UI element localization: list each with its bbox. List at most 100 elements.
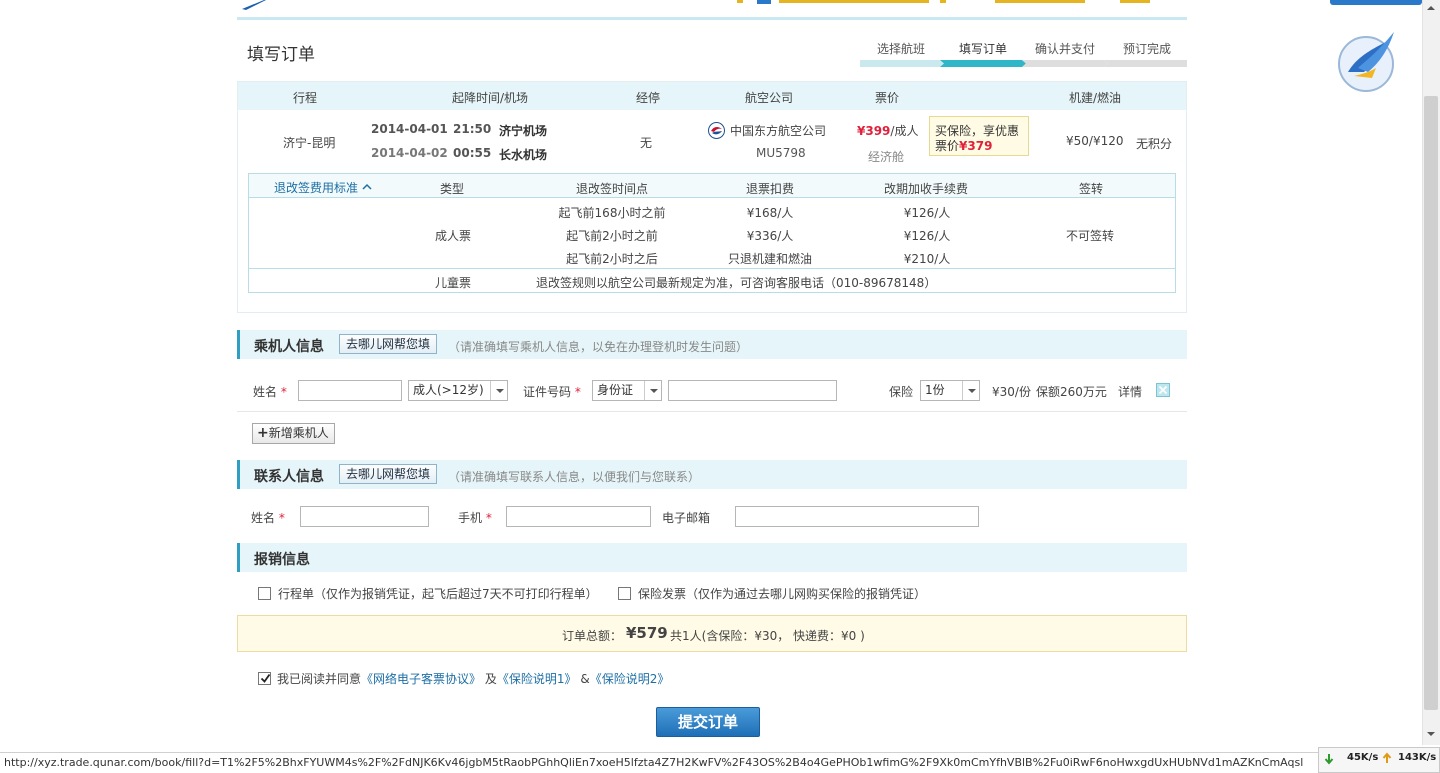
plus-icon[interactable]: + <box>257 425 269 441</box>
rules-col-change: 改期加收手续费 <box>883 182 968 196</box>
col-route: 行程 <box>292 91 317 105</box>
contact-name-label: 姓名 * <box>251 509 285 526</box>
id-number-label-text: 证件号码 <box>523 385 572 399</box>
add-passenger-button[interactable]: +新增乘机人 <box>252 423 335 444</box>
insurance-cover: 保额260万元 <box>1036 385 1107 399</box>
download-arrow-icon <box>1324 754 1334 765</box>
passenger-name-input[interactable] <box>298 380 402 401</box>
bird-widget-icon[interactable] <box>1334 28 1400 92</box>
contact-phone-input[interactable] <box>506 506 651 527</box>
step-select-flight: 选择航班 <box>876 42 925 56</box>
add-passenger-label[interactable]: 新增乘机人 <box>269 426 329 440</box>
transfer-value: 不可签转 <box>1065 229 1114 243</box>
agreement-text: 我已阅读并同意《网络电子客票协议》 及《保险说明1》 &《保险说明2》 <box>277 670 669 687</box>
price-line: ¥399/成人 <box>857 122 918 139</box>
rule-row2-time: 起飞前2小时之前 <box>566 229 658 243</box>
required-star-icon: * <box>278 511 285 525</box>
adult-price: ¥399 <box>857 124 891 138</box>
dep-time: 21:50 <box>453 122 492 136</box>
order-total-label: 订单总额： <box>562 629 623 643</box>
submit-order-button[interactable]: 提交订单 <box>656 707 760 737</box>
chevron-down-icon[interactable] <box>490 381 507 400</box>
passenger-type-value[interactable]: 成人(>12岁) <box>413 383 484 397</box>
passenger-divider <box>237 411 1187 412</box>
insurance-note1-link[interactable]: 《保险说明1》 <box>497 672 577 686</box>
checkmark-icon[interactable] <box>260 673 271 684</box>
id-number-input[interactable] <box>668 380 837 401</box>
arr-date: 2014-04-02 <box>371 146 448 160</box>
insurance-invoice-label[interactable]: 保险发票（仅作为通过去哪儿网购买保险的报销凭证） <box>638 585 926 602</box>
scroll-down-icon[interactable] <box>1424 728 1438 740</box>
china-eastern-logo-icon <box>708 122 725 139</box>
insurance-note2-link[interactable]: 《保险说明2》 <box>590 672 670 686</box>
col-stops: 经停 <box>635 91 660 105</box>
eticket-agreement-link[interactable]: 《网络电子客票协议》 <box>361 672 481 686</box>
chevron-up-icon[interactable] <box>362 183 372 191</box>
site-logo-icon[interactable] <box>240 0 266 10</box>
required-star-icon: * <box>485 511 492 525</box>
invoice-section-header <box>237 543 1187 572</box>
remove-passenger-icon[interactable] <box>1156 383 1170 397</box>
passenger-hint: （请准确填写乘机人信息，以免在办理登机时发生问题） <box>448 340 749 354</box>
step-confirm-pay: 确认并支付 <box>1034 42 1095 56</box>
required-star-icon: * <box>574 385 581 399</box>
contact-section-title: 联系人信息 <box>254 469 324 485</box>
contact-phone-label: 手机 * <box>458 509 492 526</box>
insurance-label: 保险 <box>889 385 914 399</box>
rule-row2-refund: ¥336/人 <box>746 229 794 243</box>
child-rule-note: 退改签规则以航空公司最新规定为准，可咨询客服电话（010-89678148） <box>536 276 937 290</box>
insurance-invoice-checkbox[interactable] <box>618 587 631 600</box>
itinerary-label[interactable]: 行程单（仅作为报销凭证，起飞后超过7天不可打印行程单） <box>278 585 598 602</box>
promo-price: ¥379 <box>959 139 993 153</box>
contact-name-input[interactable] <box>300 506 429 527</box>
cabin-class: 经济舱 <box>868 150 905 164</box>
passenger-section-title: 乘机人信息 <box>254 339 324 355</box>
scroll-up-icon[interactable] <box>1424 2 1438 14</box>
arr-time: 00:55 <box>453 146 492 160</box>
rules-col-refund: 退票扣费 <box>745 182 794 196</box>
insurance-qty-select[interactable]: 1份 <box>920 380 980 401</box>
passenger-autofill-button[interactable]: 去哪儿网帮您填 <box>339 334 438 354</box>
promo-line2: 票价¥379 <box>935 137 992 154</box>
refund-rules-header <box>249 174 1175 198</box>
airline-name: 中国东方航空公司 <box>730 124 827 138</box>
itinerary-checkbox[interactable] <box>258 587 271 600</box>
rule-row3-change: ¥210/人 <box>903 252 951 266</box>
scrollbar-thumb[interactable] <box>1424 96 1438 710</box>
page-title: 填写订单 <box>247 45 315 65</box>
passenger-name-label-text: 姓名 <box>253 385 278 399</box>
refund-rules-toggle[interactable]: 退改签费用标准 <box>274 179 372 196</box>
rules-col-type: 类型 <box>439 182 464 196</box>
adult-ticket-label: 成人票 <box>434 229 471 243</box>
insurance-qty-value[interactable]: 1份 <box>925 383 945 397</box>
id-number-label: 证件号码 * <box>523 383 581 400</box>
agreement-checkbox[interactable] <box>258 672 271 685</box>
required-star-icon: * <box>280 385 287 399</box>
chevron-down-icon[interactable] <box>962 381 979 400</box>
insurance-details-link[interactable]: 详情 <box>1118 383 1142 400</box>
points-value: 无积分 <box>1136 137 1173 151</box>
dep-airport: 济宁机场 <box>499 124 548 138</box>
stops-value: 无 <box>640 136 653 150</box>
arr-airport: 长水机场 <box>499 148 548 162</box>
corner-tab[interactable] <box>1330 0 1422 5</box>
agreement-amp: & <box>580 672 590 686</box>
contact-email-label: 电子邮箱 <box>662 511 711 525</box>
contact-email-input[interactable] <box>735 506 979 527</box>
rules-col-time: 退改签时间点 <box>575 182 648 196</box>
progress-steps: 选择航班 填写订单 确认并支付 预订完成 <box>860 40 1187 70</box>
rule-row1-refund: ¥168/人 <box>746 206 794 220</box>
contact-hint: （请准确填写联系人信息，以便我们与您联系） <box>448 470 701 484</box>
order-total-amount: ¥579 <box>626 624 668 642</box>
flight-number: MU5798 <box>756 146 806 160</box>
chevron-down-icon[interactable] <box>644 381 661 400</box>
rule-row1-time: 起飞前168小时之前 <box>558 206 666 220</box>
id-type-select[interactable]: 身份证 <box>592 380 662 401</box>
passenger-type-select[interactable]: 成人(>12岁) <box>408 380 508 401</box>
flight-table-header <box>238 82 1186 110</box>
id-type-value[interactable]: 身份证 <box>597 383 633 397</box>
rule-row3-time: 起飞前2小时之后 <box>566 252 658 266</box>
refund-rules-toggle-label[interactable]: 退改签费用标准 <box>274 181 358 195</box>
progress-bar <box>860 60 1187 67</box>
contact-autofill-button[interactable]: 去哪儿网帮您填 <box>339 464 438 484</box>
